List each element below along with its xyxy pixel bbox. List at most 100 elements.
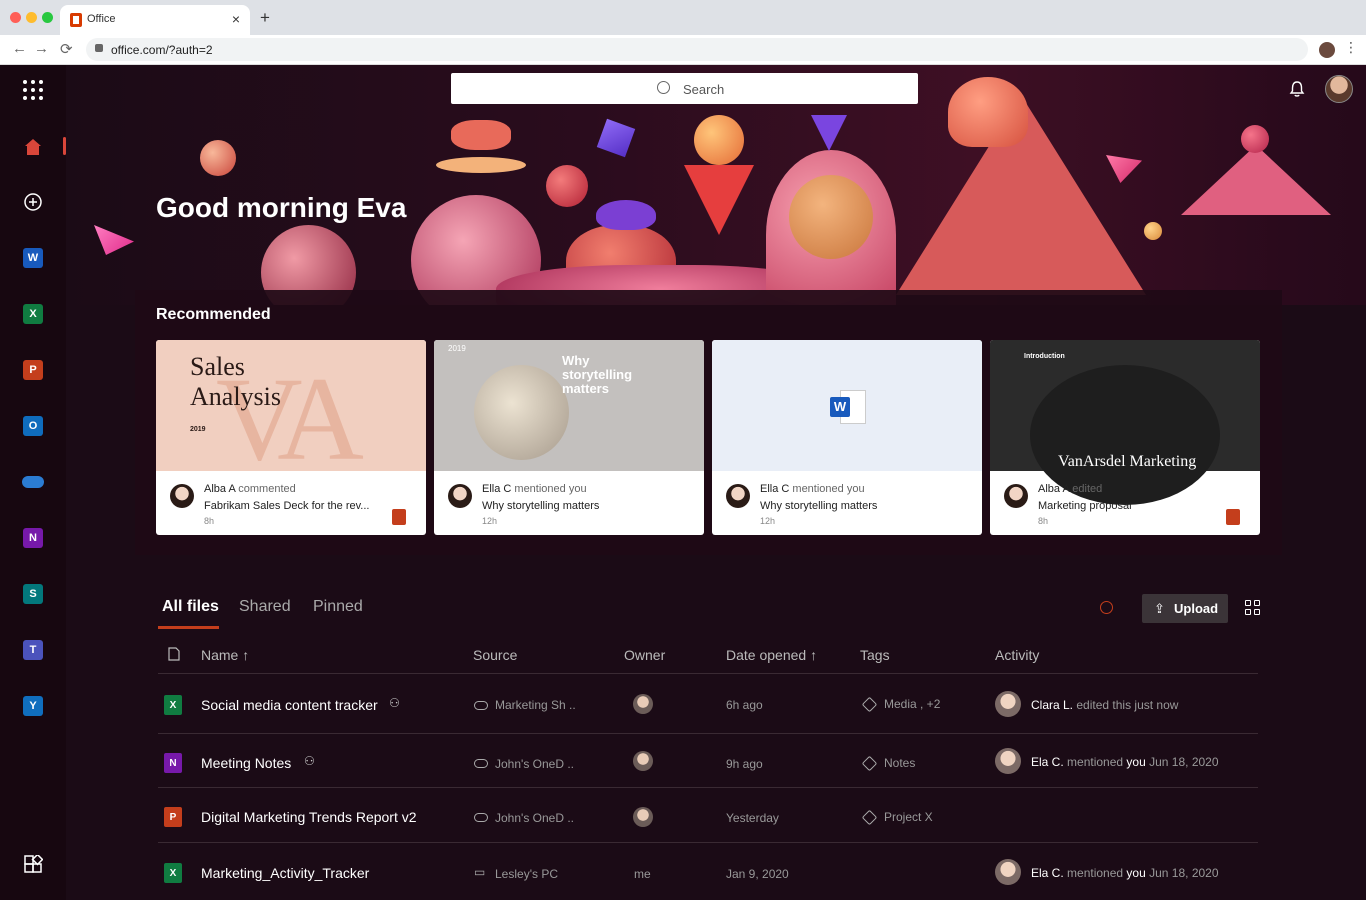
back-icon[interactable]: ← xyxy=(12,40,27,57)
file-name[interactable]: Digital Marketing Trends Report v2 xyxy=(201,809,417,825)
file-tags: Notes xyxy=(884,756,916,770)
card-activity: Alba A edited xyxy=(1038,483,1103,495)
browser-tab-title: Office xyxy=(87,13,116,25)
shared-icon: ⚇ xyxy=(304,754,315,768)
powerpoint-icon: P xyxy=(23,360,43,380)
url-field[interactable]: office.com/?auth=2 xyxy=(86,38,1308,61)
user-avatar[interactable] xyxy=(1325,75,1353,103)
card-file-name: Why storytelling matters xyxy=(760,500,878,512)
onedrive-icon xyxy=(22,476,44,488)
rail-app-outlook[interactable]: O xyxy=(17,410,49,442)
forward-icon[interactable]: → xyxy=(34,40,49,57)
pc-source-icon: ▭ xyxy=(474,865,486,879)
upload-button[interactable]: ⇪ Upload xyxy=(1142,594,1228,623)
column-header-name[interactable]: Name ↑ xyxy=(201,647,249,663)
teams-icon: T xyxy=(23,640,43,660)
shared-icon: ⚇ xyxy=(389,696,400,710)
thumb-year: 2019 xyxy=(190,426,206,433)
decor-cone xyxy=(811,115,847,151)
create-icon[interactable] xyxy=(17,186,49,218)
browser-tab-office[interactable]: Office × xyxy=(60,5,250,35)
card-time: 12h xyxy=(760,516,776,526)
recommended-card-vanarsdel[interactable]: Introduction VanArsdel Marketing Alba A … xyxy=(990,340,1260,535)
activity-text: Clara L. edited this just now xyxy=(1031,698,1179,712)
rail-app-excel[interactable]: X xyxy=(17,298,49,330)
owner-avatar xyxy=(633,751,653,771)
outlook-icon: O xyxy=(23,416,43,436)
tab-close-icon[interactable]: × xyxy=(232,11,240,27)
thumb-title: Why storytelling matters xyxy=(562,353,633,396)
card-thumbnail: W xyxy=(712,340,982,471)
rail-app-teams[interactable]: T xyxy=(17,634,49,666)
decor-disc xyxy=(596,200,656,230)
file-name[interactable]: Marketing_Activity_Tracker xyxy=(201,865,369,881)
app-launcher-icon[interactable] xyxy=(17,74,49,106)
reload-icon[interactable]: ⟳ xyxy=(60,40,73,58)
decor-face xyxy=(789,175,873,259)
onedrive-source-icon xyxy=(474,759,488,768)
decor-sphere xyxy=(1241,125,1269,153)
owner-avatar xyxy=(633,694,653,714)
excel-file-icon: X xyxy=(164,695,182,715)
sort-arrow-icon: ↑ xyxy=(242,647,250,663)
search-box[interactable]: Search xyxy=(451,73,918,104)
rail-app-word[interactable]: W xyxy=(17,242,49,274)
browser-menu-icon[interactable]: ⋮ xyxy=(1344,39,1358,56)
new-tab-button[interactable]: + xyxy=(260,8,270,28)
rail-app-powerpoint[interactable]: P xyxy=(17,354,49,386)
tab-all-files[interactable]: All files xyxy=(162,598,219,616)
card-person-avatar xyxy=(726,484,750,508)
file-owner: me xyxy=(634,867,651,881)
onenote-icon: N xyxy=(23,528,43,548)
thumb-title: VanArsdel Marketing xyxy=(1058,453,1197,470)
notification-bell-icon[interactable] xyxy=(1288,80,1306,98)
rail-app-yammer[interactable]: Y xyxy=(17,690,49,722)
app-rail: W X P O N S T Y xyxy=(0,65,66,900)
column-header-source[interactable]: Source xyxy=(473,647,517,663)
file-source: John's OneD .. xyxy=(495,757,574,771)
recommended-card-sales-analysis[interactable]: VA Sales Analysis 2019 Alba A commented F… xyxy=(156,340,426,535)
column-header-tags[interactable]: Tags xyxy=(860,647,890,663)
file-name[interactable]: Meeting Notes xyxy=(201,755,291,771)
window-minimize-dot[interactable] xyxy=(26,12,37,23)
file-search-icon[interactable] xyxy=(1100,601,1113,614)
activity-text: Ela C. mentioned you Jun 18, 2020 xyxy=(1031,755,1219,769)
rail-app-onedrive[interactable] xyxy=(17,466,49,498)
window-close-dot[interactable] xyxy=(10,12,21,23)
file-tags: Project X xyxy=(884,810,933,824)
rail-app-sharepoint[interactable]: S xyxy=(17,578,49,610)
column-header-activity[interactable]: Activity xyxy=(995,647,1039,663)
tab-pinned[interactable]: Pinned xyxy=(313,598,363,616)
search-icon xyxy=(657,81,670,94)
recommended-card-word-doc[interactable]: W Ella C mentioned you Why storytelling … xyxy=(712,340,982,535)
card-activity: Ella C mentioned you xyxy=(482,483,587,495)
file-type-column-icon xyxy=(168,647,180,664)
window-maximize-dot[interactable] xyxy=(42,12,53,23)
thumb-title: Sales Analysis xyxy=(190,352,281,411)
date-opened: 6h ago xyxy=(726,698,763,712)
yammer-icon: Y xyxy=(23,696,43,716)
browser-profile-icon[interactable] xyxy=(1319,42,1335,58)
recommended-card-storytelling[interactable]: 2019 Why storytelling matters Ella C men… xyxy=(434,340,704,535)
activity-avatar xyxy=(995,748,1021,774)
home-icon[interactable] xyxy=(17,131,49,163)
file-source: Marketing Sh .. xyxy=(495,698,576,712)
active-tab-underline xyxy=(158,626,219,629)
activity-avatar xyxy=(995,691,1021,717)
rail-app-onenote[interactable]: N xyxy=(17,522,49,554)
file-source: John's OneD .. xyxy=(495,811,574,825)
column-header-date[interactable]: Date opened ↑ xyxy=(726,647,817,663)
powerpoint-file-icon: P xyxy=(164,807,182,827)
add-apps-icon[interactable] xyxy=(17,849,49,881)
card-thumbnail: Introduction VanArsdel Marketing xyxy=(990,340,1260,505)
tab-shared[interactable]: Shared xyxy=(239,598,291,616)
file-name[interactable]: Social media content tracker xyxy=(201,697,378,713)
card-file-name: Why storytelling matters xyxy=(482,500,600,512)
card-person-avatar xyxy=(1004,484,1028,508)
thumb-year: 2019 xyxy=(448,344,466,353)
card-file-name: Marketing proposal xyxy=(1038,500,1132,512)
thumb-fan-graphic xyxy=(474,365,569,460)
column-header-owner[interactable]: Owner xyxy=(624,647,665,663)
grid-view-icon[interactable] xyxy=(1245,600,1260,615)
word-doc-icon: W xyxy=(830,390,868,424)
